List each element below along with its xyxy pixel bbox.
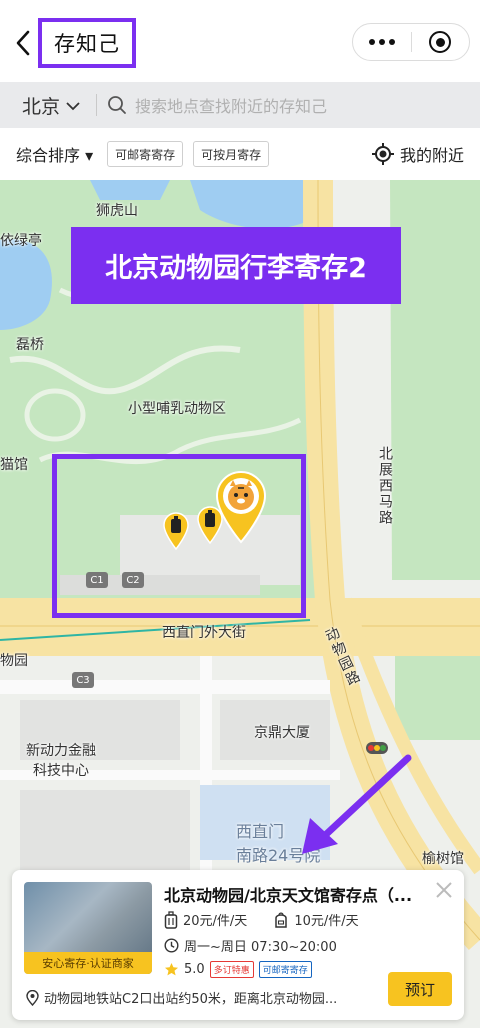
backpack-icon (275, 911, 288, 928)
certified-badge: 安心寄存·认证商家 (24, 952, 152, 974)
search-placeholder: 搜索地点查找附近的存知己 (135, 97, 328, 116)
hours-row: 周一~周日 07:30~20:00 (164, 936, 337, 955)
search-input[interactable]: 搜索地点查找附近的存知己 (107, 93, 327, 117)
road-label: 西直门外大街 (162, 625, 246, 641)
large-bag-price: 20元/件/天 (164, 910, 247, 929)
poi-label: 磊桥 (16, 337, 44, 353)
search-bar: 北京 搜索地点查找附近的存知己 (0, 82, 480, 128)
poi-label: 新动力金融 科技中心 (26, 743, 96, 779)
close-program-button[interactable] (411, 24, 469, 60)
annotation-banner: 北京动物园行李寄存2 (71, 227, 401, 304)
poi-label: 狮虎山 (96, 203, 138, 219)
search-icon (108, 96, 126, 114)
poi-label: 猫馆 (0, 457, 28, 473)
store-card[interactable]: 安心寄存·认证商家 北京动物园/北京天文馆寄存点（... 20元/件/天 10元… (12, 870, 464, 1020)
page-title: 存知己 (54, 32, 120, 56)
store-title: 北京动物园/北京天文馆寄存点（... (164, 886, 413, 905)
more-menu-button[interactable] (353, 24, 411, 60)
location-pin-icon (26, 989, 39, 1006)
poi-label: 榆树馆 (422, 851, 464, 867)
tiger-mascot-pin-icon[interactable] (214, 470, 268, 544)
target-close-icon (429, 31, 452, 53)
road-label: 物园 (0, 653, 28, 669)
suitcase-icon (164, 910, 178, 929)
chip-mail-storage[interactable]: 可邮寄寄存 (107, 141, 184, 167)
back-button[interactable] (12, 26, 38, 60)
page-title-box: 存知己 (38, 18, 136, 68)
more-dot-icon (368, 39, 375, 45)
luggage-pin-icon[interactable] (162, 512, 190, 550)
back-arrow-icon (16, 30, 30, 56)
sort-label: 综合排序 ▾ (16, 146, 94, 165)
address-row: 动物园地铁站C2口出站约50米，距离北京动物园... (26, 988, 356, 1007)
chip-monthly-storage[interactable]: 可按月寄存 (193, 141, 270, 167)
poi-label: 依绿亭 (0, 233, 42, 249)
star-icon (165, 963, 178, 976)
price-row: 20元/件/天 10元/件/天 (164, 910, 359, 929)
locate-icon (371, 143, 394, 165)
annotation-arrow-icon (302, 754, 412, 854)
small-bag-price: 10元/件/天 (273, 910, 359, 929)
discount-tag: 多订特惠 (209, 961, 254, 978)
mail-tag: 可邮寄寄存 (258, 961, 312, 978)
city-label: 北京 (22, 95, 61, 118)
nearby-label: 我的附近 (399, 146, 464, 165)
address-text: 动物园地铁站C2口出站约50米，距离北京动物园... (44, 992, 338, 1007)
search-divider (96, 94, 98, 116)
hours-text: 周一~周日 07:30~20:00 (184, 940, 337, 955)
header: 存知己 (0, 0, 480, 82)
poi-label: 京鼎大厦 (254, 725, 310, 741)
store-thumbnail: 安心寄存·认证商家 (24, 882, 152, 974)
mini-program-capsule (352, 23, 470, 61)
rating-value: 5.0 (184, 962, 205, 977)
poi-label: 小型哺乳动物区 (128, 401, 226, 417)
filter-row: 综合排序 ▾ 可邮寄寄存 可按月寄存 我的附近 (0, 128, 480, 180)
rating-row: 5.0 多订特惠 可邮寄寄存 (164, 961, 312, 978)
nearby-button[interactable]: 我的附近 (371, 128, 464, 180)
subway-exit-c3[interactable]: C3 (72, 672, 94, 688)
chevron-down-icon (66, 102, 80, 111)
road-label: 北展西马路 (377, 446, 393, 526)
book-button[interactable]: 预订 (388, 972, 452, 1006)
large-price-text: 20元/件/天 (183, 914, 248, 929)
more-dot-icon (388, 39, 395, 45)
city-selector[interactable]: 北京 (22, 92, 80, 119)
sort-dropdown[interactable]: 综合排序 ▾ (16, 142, 93, 166)
more-dot-icon (378, 39, 385, 45)
clock-icon (164, 938, 179, 953)
close-icon[interactable] (434, 880, 454, 900)
small-price-text: 10元/件/天 (294, 914, 359, 929)
